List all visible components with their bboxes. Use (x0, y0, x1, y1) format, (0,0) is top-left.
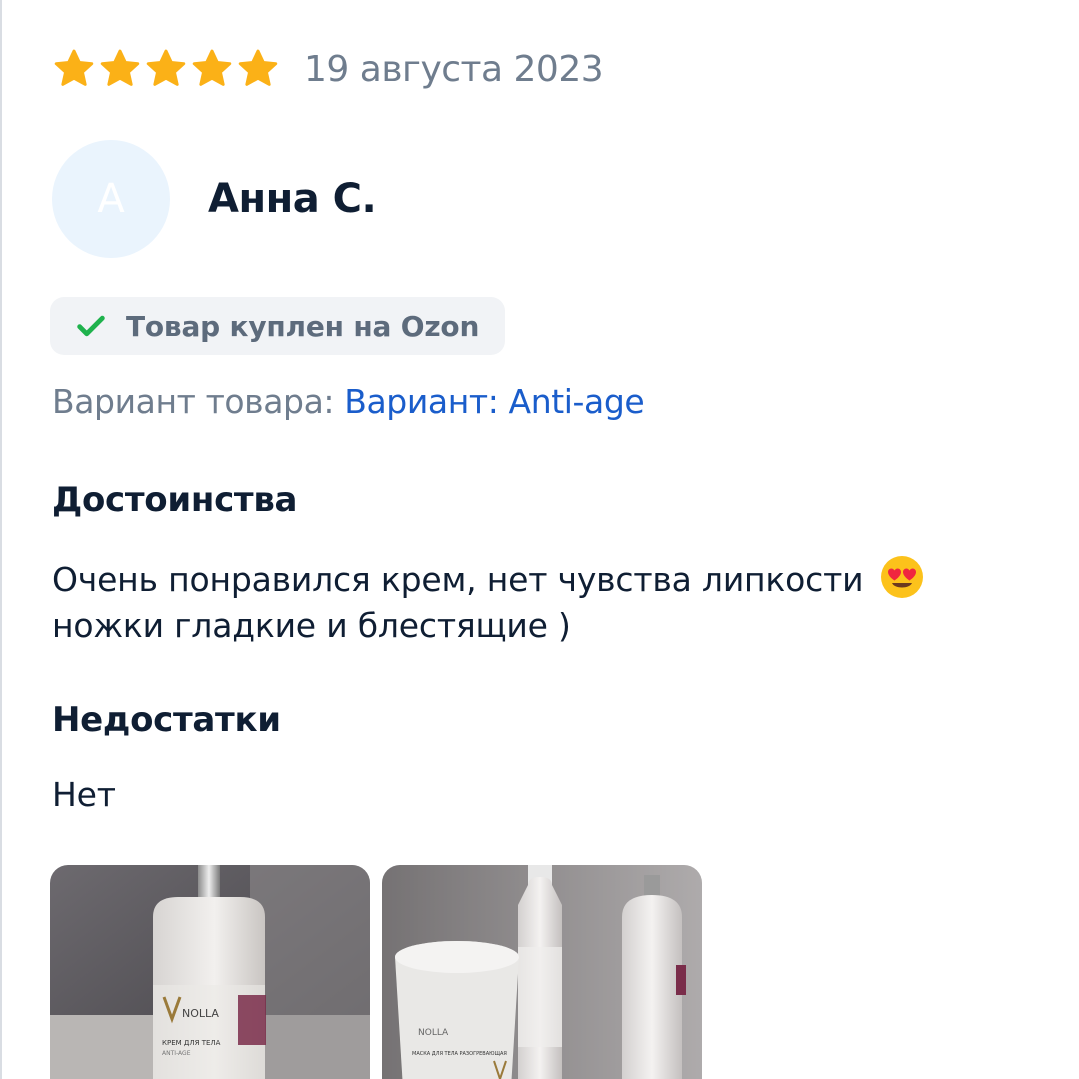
cons-text: Нет (52, 775, 116, 814)
cons-heading: Недостатки (52, 700, 281, 740)
verified-purchase-badge: Товар куплен на Ozon (50, 297, 506, 355)
variant-link[interactable]: Вариант: Anti-age (344, 382, 644, 421)
star-icon (146, 49, 186, 86)
photo1-brand: NOLLA (182, 1007, 219, 1020)
pros-text-line-2: ножки гладкие и блестящие ) (52, 606, 571, 645)
photo1-label: КРЕМ ДЛЯ ТЕЛА (162, 1039, 221, 1047)
review-card: 19 августа 2023 А Анна С. Товар куплен н… (0, 0, 1079, 1079)
review-photo-1[interactable]: NOLLA КРЕМ ДЛЯ ТЕЛА ANTI-AGE (50, 865, 370, 1079)
avatar[interactable]: А (52, 140, 170, 258)
review-date: 19 августа 2023 (304, 48, 604, 90)
star-icon (192, 49, 232, 86)
product-variant: Вариант товара: Вариант: Anti-age (52, 382, 645, 421)
rating-row: 19 августа 2023 (52, 44, 604, 94)
photo2-brand: NOLLA (418, 1028, 449, 1038)
star-icon (100, 49, 140, 86)
author-block: А Анна С. (52, 140, 377, 258)
checkmark-icon (77, 315, 105, 337)
photo2-label: МАСКА ДЛЯ ТЕЛА РАЗОГРЕВАЮЩАЯ (412, 1051, 507, 1057)
heart-eyes-emoji (880, 556, 923, 598)
author-name[interactable]: Анна С. (208, 176, 377, 222)
star-rating (52, 47, 280, 91)
photo1-sub: ANTI-AGE (162, 1050, 191, 1057)
pros-text-line-1: Очень понравился крем, нет чувства липко… (52, 560, 864, 599)
pros-text: Очень понравился крем, нет чувства липко… (52, 553, 1052, 649)
pros-heading: Достоинства (52, 480, 298, 520)
variant-label: Вариант товара: (52, 382, 335, 421)
verified-badge-label: Товар куплен на Ozon (126, 309, 480, 343)
star-icon (54, 49, 94, 86)
star-icon (238, 49, 278, 86)
review-photo-2[interactable]: NOLLA МАСКА ДЛЯ ТЕЛА РАЗОГРЕВАЮЩАЯ (382, 865, 702, 1079)
review-photos: NOLLA КРЕМ ДЛЯ ТЕЛА ANTI-AGE NOLLA МАСКА… (50, 865, 702, 1079)
